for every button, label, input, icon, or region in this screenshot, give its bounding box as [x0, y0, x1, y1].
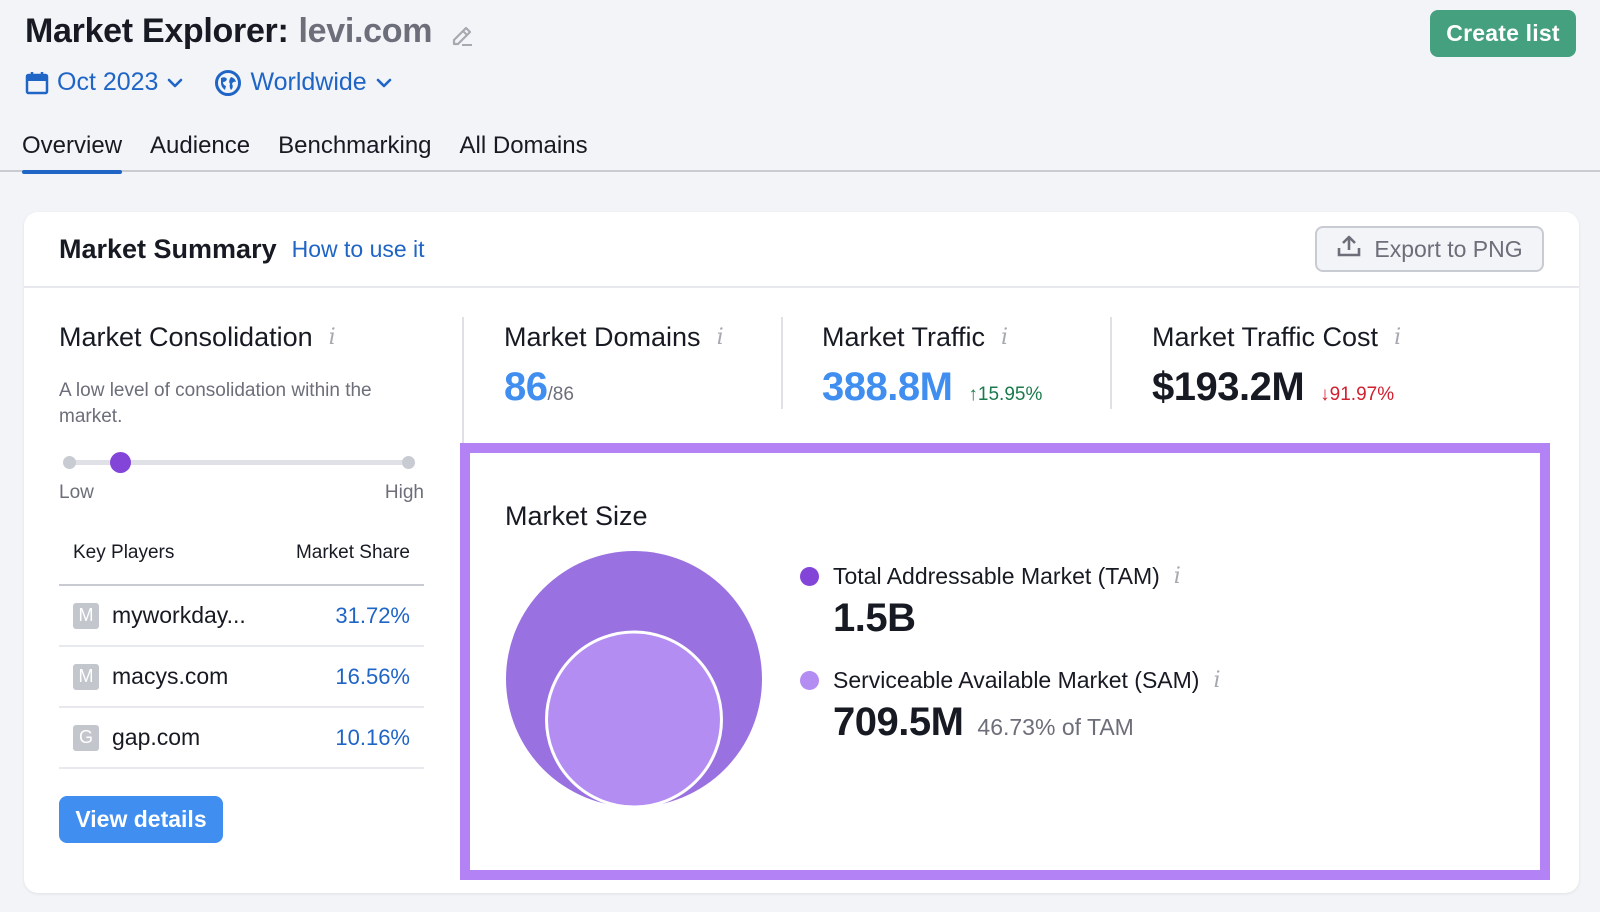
info-icon[interactable]: i — [717, 325, 724, 350]
date-filter-dropdown[interactable]: Oct 2023 — [25, 68, 184, 97]
region-filter-label: Worldwide — [250, 68, 367, 96]
slider-labels: Low High — [59, 482, 424, 504]
export-label: Export to PNG — [1374, 235, 1523, 262]
how-to-use-link[interactable]: How to use it — [292, 236, 425, 263]
tam-value: 1.5B — [833, 596, 916, 640]
tam-legend-item: Total Addressable Market (TAM) i — [800, 563, 1221, 590]
player-domain: macys.com — [112, 663, 229, 689]
player-domain-link[interactable]: G gap.com — [73, 724, 200, 751]
player-domain-link[interactable]: M myworkday... — [73, 602, 246, 629]
market-traffic-metric: Market Traffic i 388.8M ↑15.95% — [822, 322, 1042, 410]
consolidation-title-text: Market Consolidation — [59, 322, 313, 352]
column-divider — [462, 317, 464, 447]
info-icon[interactable]: i — [1394, 325, 1401, 350]
player-share: 16.56% — [335, 663, 410, 689]
metric-label-text: Market Traffic Cost — [1152, 322, 1379, 352]
favicon-icon: G — [73, 724, 99, 751]
cost-value: $193.2M — [1152, 365, 1305, 409]
chevron-down-icon — [375, 77, 393, 89]
tab-all-domains[interactable]: All Domains — [460, 122, 588, 172]
info-icon[interactable]: i — [1174, 564, 1181, 589]
metric-divider — [781, 317, 783, 409]
page-title-prefix: Market Explorer: — [25, 12, 289, 50]
sam-label: Serviceable Available Market (SAM) — [833, 667, 1200, 693]
market-domains-metric: Market Domains i 86 /86 — [504, 322, 724, 410]
favicon-icon: M — [73, 663, 99, 690]
info-icon[interactable]: i — [1001, 325, 1008, 350]
player-domain: myworkday... — [112, 602, 246, 628]
tab-overview[interactable]: Overview — [22, 122, 123, 174]
card-title: Market Summary — [59, 233, 277, 264]
favicon-icon: M — [73, 602, 99, 629]
metric-value-line: 86 /86 — [504, 365, 724, 410]
high-label: High — [384, 482, 424, 503]
analyzed-domain: levi.com — [298, 12, 433, 50]
market-traffic-cost-metric: Market Traffic Cost i $193.2M ↓91.97% — [1152, 322, 1401, 410]
player-share: 31.72% — [335, 602, 410, 628]
consolidation-level-slider — [59, 452, 419, 473]
date-filter-label: Oct 2023 — [57, 68, 159, 96]
sam-pct-of-tam: 46.73% of TAM — [977, 714, 1134, 740]
col-market-share: Market Share — [295, 542, 410, 563]
market-size-title: Market Size — [505, 501, 648, 531]
market-size-venn — [506, 551, 762, 809]
sam-circle — [545, 630, 723, 809]
metric-label-text: Market Domains — [504, 322, 701, 352]
metric-label-text: Market Traffic — [822, 322, 986, 352]
metric-value-line: 388.8M ↑15.95% — [822, 365, 1042, 410]
info-icon[interactable]: i — [329, 325, 336, 350]
market-size-legend: Total Addressable Market (TAM) i 1.5B Se… — [800, 563, 1221, 745]
domains-total: /86 — [547, 384, 574, 405]
tab-audience[interactable]: Audience — [150, 122, 250, 172]
calendar-icon — [25, 70, 49, 96]
tab-bar: Overview Audience Benchmarking All Domai… — [0, 122, 1600, 174]
table-row: M macys.com 16.56% — [59, 647, 424, 708]
tam-dot-icon — [800, 567, 819, 586]
tab-benchmarking[interactable]: Benchmarking — [278, 122, 431, 172]
tam-value-line: 1.5B — [833, 596, 1221, 641]
table-row: M myworkday... 31.72% — [59, 586, 424, 647]
col-key-players: Key Players — [73, 542, 175, 563]
consolidation-title: Market Consolidation i — [59, 322, 424, 353]
globe-icon — [214, 69, 242, 97]
sam-value-line: 709.5M 46.73% of TAM — [833, 700, 1221, 745]
chevron-down-icon — [166, 77, 184, 89]
low-label: Low — [59, 482, 94, 503]
player-share: 10.16% — [335, 724, 410, 750]
view-details-button[interactable]: View details — [59, 796, 223, 843]
metric-label: Market Domains i — [504, 322, 724, 353]
slider-high-end — [402, 456, 415, 469]
filters-bar: Oct 2023 Worldwide — [25, 68, 393, 97]
table-header: Key Players Market Share — [59, 542, 424, 586]
region-filter-dropdown[interactable]: Worldwide — [214, 68, 392, 97]
traffic-value: 388.8M — [822, 365, 953, 409]
player-domain-link[interactable]: M macys.com — [73, 663, 228, 690]
create-list-button[interactable]: Create list — [1430, 10, 1576, 57]
card-header: Market Summary How to use it Export to P… — [24, 212, 1579, 288]
metric-label: Market Traffic Cost i — [1152, 322, 1401, 353]
key-players-table: Key Players Market Share M myworkday... … — [59, 542, 424, 769]
traffic-change-up: ↑15.95% — [968, 384, 1043, 405]
sam-value: 709.5M — [833, 700, 964, 744]
metric-label: Market Traffic i — [822, 322, 1042, 353]
cost-change-down: ↓91.97% — [1320, 384, 1395, 405]
metric-divider — [1110, 317, 1112, 409]
metric-value-line: $193.2M ↓91.97% — [1152, 365, 1401, 410]
table-row: G gap.com 10.16% — [59, 708, 424, 769]
market-consolidation-section: Market Consolidation i A low level of co… — [59, 322, 424, 843]
sam-legend-item: Serviceable Available Market (SAM) i — [800, 667, 1221, 694]
export-png-button[interactable]: Export to PNG — [1315, 226, 1544, 272]
market-size-panel: Market Size Total Addressable Market (TA… — [460, 443, 1550, 880]
tam-label: Total Addressable Market (TAM) — [833, 563, 1160, 589]
sam-dot-icon — [800, 671, 819, 690]
consolidation-description: A low level of consolidation within the … — [59, 380, 372, 427]
edit-pencil-icon[interactable] — [448, 18, 476, 46]
domains-value[interactable]: 86 — [504, 365, 548, 410]
player-domain: gap.com — [112, 724, 201, 750]
slider-low-end — [63, 456, 76, 469]
upload-icon — [1336, 233, 1362, 265]
slider-knob — [109, 452, 131, 473]
info-icon[interactable]: i — [1213, 668, 1220, 693]
page-title: Market Explorer: levi.com — [25, 12, 476, 51]
